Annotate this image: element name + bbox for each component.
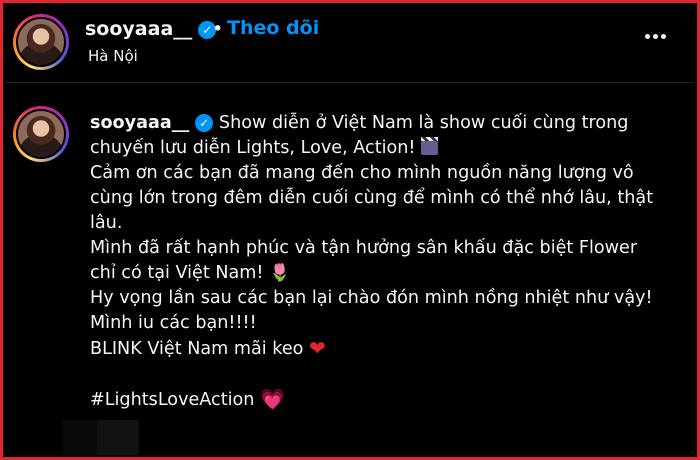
verified-badge-icon: ✓ [195,114,214,132]
profile-avatar[interactable] [13,14,69,70]
caption-line-text: Show diễn ở Việt Nam là show cuối cùng t… [218,113,629,133]
faded-overlay [63,420,139,455]
tulip-emoji-icon: 🌷 [269,263,291,283]
post-location[interactable]: Hà Nội [88,47,138,65]
caption-line: Hy vọng lần sau các bạn lại chào đón mìn… [90,288,653,308]
caption-line: Mình iu các bạn!!!! [90,313,257,333]
caption-line-text: chỉ có tại Việt Nam! [90,263,264,283]
hashtag-link[interactable]: #LightsLoveAction [90,390,254,410]
caption-line: Mình đã rất hạnh phúc và tận hưởng sân k… [90,238,638,258]
caption-avatar[interactable] [13,106,69,162]
caption-line: BLINK Việt Nam mãi keo ❤ [90,336,680,362]
caption-text: sooyaaa__ ✓ Show diễn ở Việt Nam là show … [90,111,680,413]
pink-heart-icon: 💗 [260,387,285,411]
avatar-photo [16,109,66,159]
caption-line: Cảm ơn các bạn đã mang đến cho mình nguồ… [90,163,634,183]
post-panel: sooyaaa__ ✓ • Theo dõi Hà Nội sooyaaa__ ✓ … [0,0,700,460]
caption-line: lâu. [90,213,123,233]
red-heart-icon: ❤ [309,336,326,360]
post-header: sooyaaa__ ✓ • Theo dõi Hà Nội [6,6,694,83]
more-options-icon[interactable] [645,34,667,40]
caption-line: chuyến lưu diễn Lights, Love, Action! [90,136,680,161]
avatar-photo [16,17,66,67]
caption-line: cùng lớn trong đêm diễn cuối cùng để mìn… [90,188,654,208]
header-username-text[interactable]: sooyaaa__ [85,18,192,40]
caption-line: #LightsLoveAction 💗 [90,387,680,413]
clapper-board-icon [421,137,439,155]
caption-line: sooyaaa__ ✓ Show diễn ở Việt Nam là show … [90,111,680,136]
header-username[interactable]: sooyaaa__ ✓ [85,18,217,40]
caption-username[interactable]: sooyaaa__ [90,113,189,133]
caption-line-text: chuyến lưu diễn Lights, Love, Action! [90,138,416,158]
header-separator: • [212,18,224,40]
follow-button[interactable]: Theo dõi [227,17,319,39]
caption-line-text: BLINK Việt Nam mãi keo [90,339,304,359]
caption-line: chỉ có tại Việt Nam! 🌷 [90,261,680,286]
